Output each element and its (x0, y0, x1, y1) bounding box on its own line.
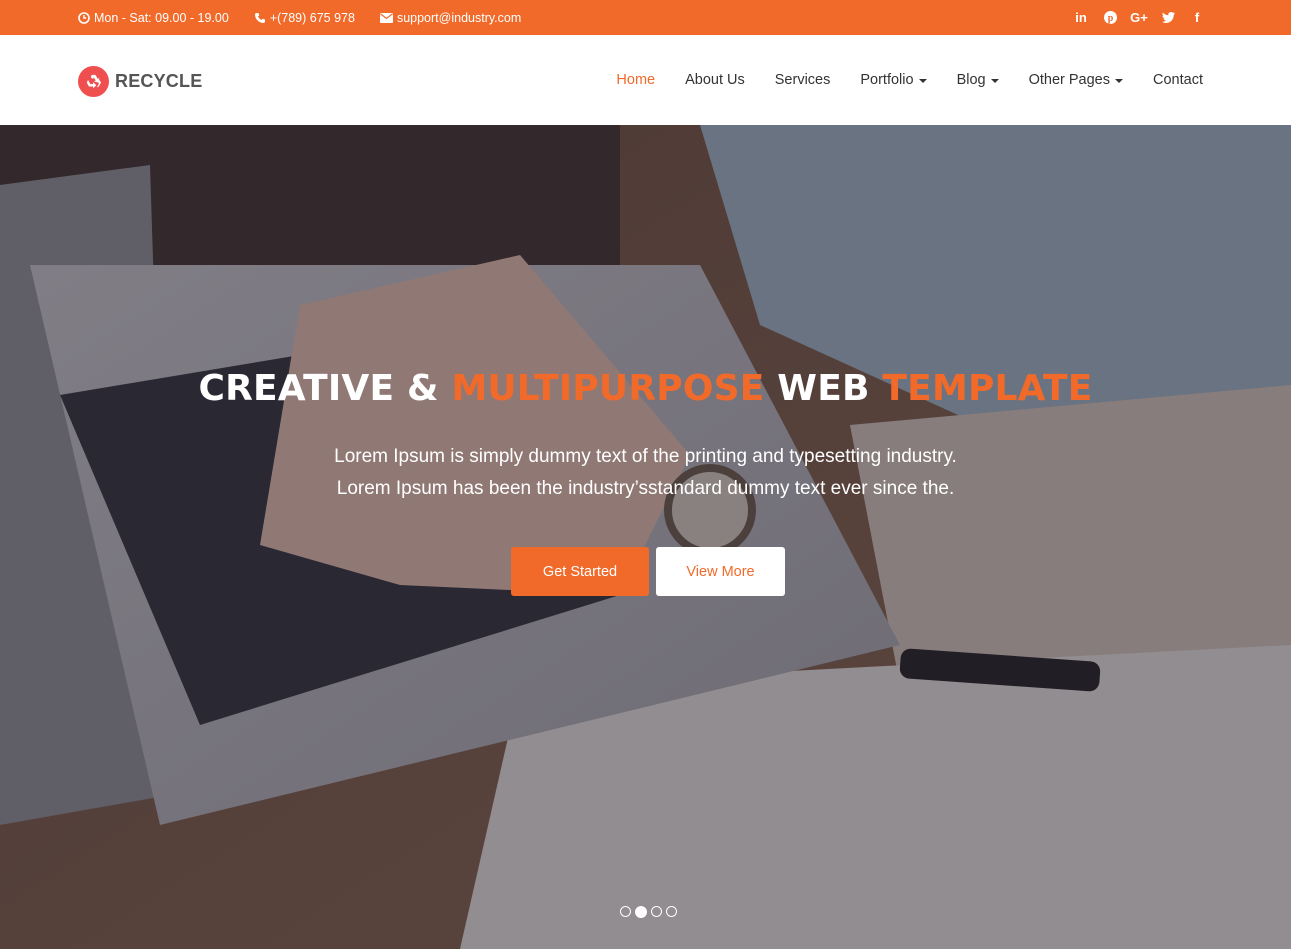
nav-item-portfolio[interactable]: Portfolio (860, 72, 927, 88)
linkedin-icon[interactable]: in (1073, 10, 1089, 26)
nav-label: About Us (685, 72, 745, 88)
facebook-icon[interactable]: f (1189, 10, 1205, 26)
nav-item-other-pages[interactable]: Other Pages (1028, 72, 1124, 88)
hours-text: Mon - Sat: 09.00 - 19.00 (94, 10, 229, 25)
nav-label: Home (616, 72, 656, 88)
phone-text: +(789) 675 978 (269, 10, 355, 25)
logo[interactable]: RECYCLE (78, 66, 202, 97)
caret-down-icon (1115, 78, 1124, 83)
contact-info: Mon - Sat: 09.00 - 19.00 +(789) 675 978 … (78, 0, 546, 35)
hero-overlay (0, 125, 1291, 949)
hero-title-highlight: TEMPLATE (882, 368, 1093, 409)
email-info[interactable]: support@industry.com (379, 10, 522, 25)
hero-slider: CREATIVE & MULTIPURPOSE WEB TEMPLATE Lor… (0, 125, 1291, 949)
nav-label: Other Pages (1028, 72, 1111, 88)
get-started-button[interactable]: Get Started (511, 547, 649, 596)
google-plus-icon[interactable]: G+ (1130, 10, 1148, 26)
nav-item-home[interactable]: Home (616, 72, 655, 88)
main-header: RECYCLE Home About Us Services Portfolio… (0, 35, 1291, 125)
twitter-icon[interactable] (1160, 10, 1176, 26)
nav-label: Blog (956, 72, 986, 88)
clock-icon (78, 11, 90, 24)
slider-dots (620, 905, 681, 918)
nav-label: Services (774, 72, 831, 88)
hero-subtitle-line: Lorem Ipsum is simply dummy text of the … (334, 446, 957, 467)
main-nav: Home About Us Services Portfolio Blog Ot… (586, 35, 1203, 125)
top-bar: Mon - Sat: 09.00 - 19.00 +(789) 675 978 … (0, 0, 1291, 35)
caret-down-icon (990, 78, 999, 83)
view-more-button[interactable]: View More (656, 547, 785, 596)
phone-icon (254, 12, 265, 23)
hours-info: Mon - Sat: 09.00 - 19.00 (78, 11, 229, 25)
nav-label: Contact (1153, 72, 1203, 88)
nav-item-blog[interactable]: Blog (957, 72, 999, 88)
slider-dot[interactable] (620, 906, 631, 917)
pinterest-icon[interactable]: p (1102, 10, 1118, 26)
svg-text:p: p (1107, 13, 1113, 24)
phone-info[interactable]: +(789) 675 978 (254, 11, 355, 25)
social-links: in p G+ f (1060, 0, 1205, 35)
envelope-icon (379, 12, 393, 23)
caret-down-icon (918, 78, 927, 83)
slider-dot[interactable] (651, 906, 662, 917)
nav-item-services[interactable]: Services (775, 72, 831, 88)
email-text: support@industry.com (396, 10, 522, 25)
hero-title: CREATIVE & MULTIPURPOSE WEB TEMPLATE (0, 368, 1291, 409)
nav-item-contact[interactable]: Contact (1153, 72, 1203, 88)
hero-title-part: WEB (764, 368, 883, 409)
nav-label: Portfolio (860, 72, 914, 88)
logo-text: RECYCLE (115, 71, 203, 91)
hero-subtitle-line: Lorem Ipsum has been the industry’sstand… (336, 478, 955, 499)
hero-subtitle: Lorem Ipsum is simply dummy text of the … (0, 441, 1291, 505)
recycle-icon (78, 66, 109, 97)
nav-item-about-us[interactable]: About Us (685, 72, 745, 88)
slider-dot-active[interactable] (635, 905, 647, 918)
slider-dot[interactable] (666, 906, 677, 917)
hero-title-highlight: MULTIPURPOSE (451, 368, 765, 409)
hero-title-part: CREATIVE & (198, 368, 452, 409)
